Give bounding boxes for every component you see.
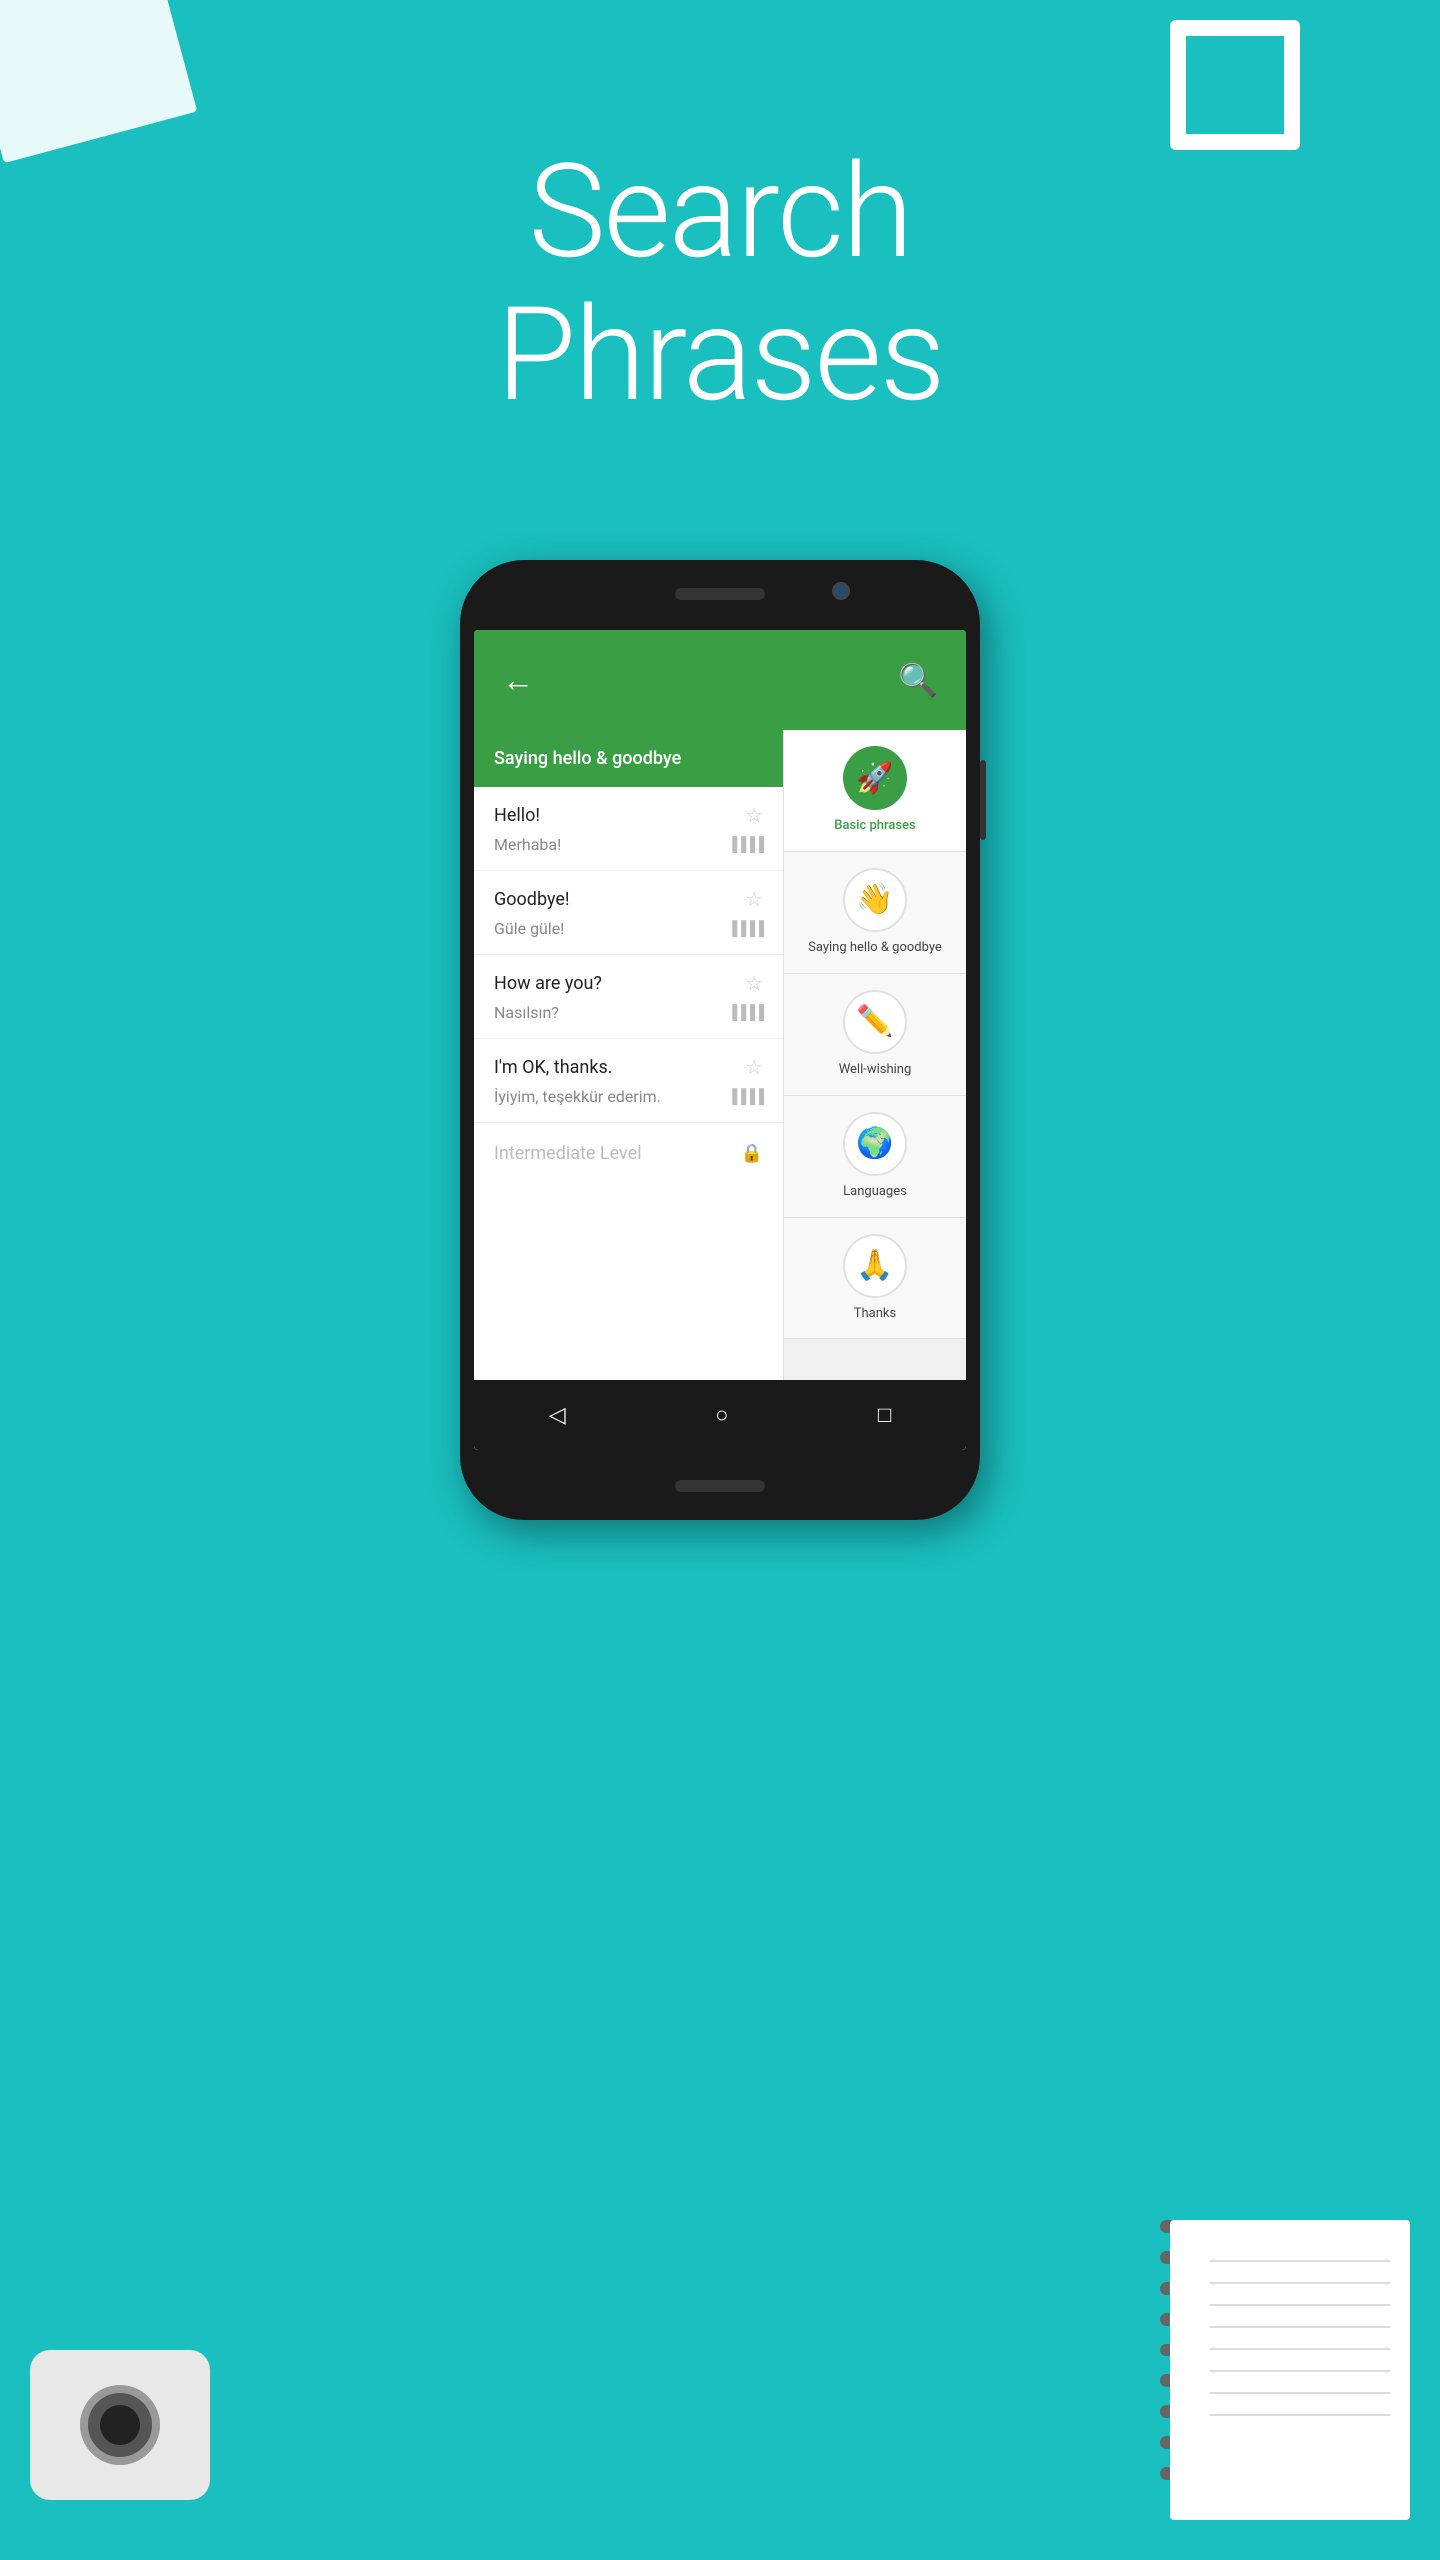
app-header: ← 🔍 bbox=[474, 630, 966, 730]
phone-side-button bbox=[980, 760, 986, 840]
nav-recent-button[interactable]: □ bbox=[878, 1402, 891, 1428]
page-heading: Search Phrases bbox=[0, 140, 1440, 426]
translation-text-howareyou: Nasılsın? bbox=[494, 1003, 559, 1022]
phrase-group-howareyou: How are you? ☆ Nasılsın? ▐▐▐▐ bbox=[474, 955, 783, 1039]
nav-back-button[interactable]: ◁ bbox=[549, 1403, 566, 1428]
phrase-translation-howareyou: Nasılsın? ▐▐▐▐ bbox=[474, 999, 783, 1038]
decorative-notebook-br bbox=[1130, 2200, 1410, 2520]
locked-item-intermediate: Intermediate Level 🔒 bbox=[474, 1123, 783, 1184]
translation-text-hello: Merhaba! bbox=[494, 835, 561, 854]
phrase-text-imok: I'm OK, thanks. bbox=[494, 1057, 613, 1078]
phrase-translation-goodbye: Güle güle! ▐▐▐▐ bbox=[474, 915, 783, 954]
star-hello[interactable]: ☆ bbox=[745, 803, 763, 827]
star-imok[interactable]: ☆ bbox=[745, 1055, 763, 1079]
lock-icon: 🔒 bbox=[741, 1143, 763, 1164]
cat-label-languages: Languages bbox=[843, 1184, 907, 1201]
phrase-english-imok: I'm OK, thanks. ☆ bbox=[474, 1039, 783, 1083]
phone-mockup: ← 🔍 Saying hello & goodbye Hello! ☆ bbox=[460, 560, 980, 1520]
phrase-translation-imok: İyiyim, teşekkür ederim. ▐▐▐▐ bbox=[474, 1083, 783, 1122]
cat-label-thanks: Thanks bbox=[854, 1306, 896, 1323]
decorative-frame-tr bbox=[1220, 0, 1380, 160]
cat-icon-hello: 👋 bbox=[843, 868, 907, 932]
phone-shell: ← 🔍 Saying hello & goodbye Hello! ☆ bbox=[460, 560, 980, 1520]
star-howareyou[interactable]: ☆ bbox=[745, 971, 763, 995]
decorative-camera-bl bbox=[30, 2280, 230, 2500]
nav-bar: ◁ ○ □ bbox=[474, 1380, 966, 1450]
phrase-text-goodbye: Goodbye! bbox=[494, 889, 570, 910]
phrase-english-goodbye: Goodbye! ☆ bbox=[474, 871, 783, 915]
category-hello-goodbye[interactable]: 👋 Saying hello & goodbye bbox=[784, 852, 966, 974]
cat-icon-thanks: 🙏 bbox=[843, 1234, 907, 1298]
star-goodbye[interactable]: ☆ bbox=[745, 887, 763, 911]
search-button[interactable]: 🔍 bbox=[898, 661, 938, 699]
heading-line2: Phrases bbox=[0, 283, 1440, 426]
translation-text-goodbye: Güle güle! bbox=[494, 919, 564, 938]
content-area: Saying hello & goodbye Hello! ☆ Merhaba!… bbox=[474, 730, 966, 1450]
phrase-group-goodbye: Goodbye! ☆ Güle güle! ▐▐▐▐ bbox=[474, 871, 783, 955]
phrase-english-howareyou: How are you? ☆ bbox=[474, 955, 783, 999]
category-basic-phrases[interactable]: 🚀 Basic phrases bbox=[784, 730, 966, 852]
cat-label-wellwishing: Well-wishing bbox=[839, 1062, 912, 1079]
phrase-english-hello: Hello! ☆ bbox=[474, 787, 783, 831]
bars-goodbye[interactable]: ▐▐▐▐ bbox=[727, 920, 763, 937]
bars-hello[interactable]: ▐▐▐▐ bbox=[727, 836, 763, 853]
phone-screen: ← 🔍 Saying hello & goodbye Hello! ☆ bbox=[474, 630, 966, 1450]
phrase-translation-hello: Merhaba! ▐▐▐▐ bbox=[474, 831, 783, 870]
categories-panel: 🚀 Basic phrases 👋 Saying hello & goodbye… bbox=[784, 730, 966, 1450]
translation-text-imok: İyiyim, teşekkür ederim. bbox=[494, 1087, 661, 1106]
category-well-wishing[interactable]: ✏️ Well-wishing bbox=[784, 974, 966, 1096]
phrase-group-hello: Hello! ☆ Merhaba! ▐▐▐▐ bbox=[474, 787, 783, 871]
phrase-text-howareyou: How are you? bbox=[494, 973, 602, 994]
cat-label-hello: Saying hello & goodbye bbox=[808, 940, 942, 957]
phrase-group-imok: I'm OK, thanks. ☆ İyiyim, teşekkür ederi… bbox=[474, 1039, 783, 1123]
bars-howareyou[interactable]: ▐▐▐▐ bbox=[727, 1004, 763, 1021]
phrase-text-hello: Hello! bbox=[494, 805, 540, 826]
heading-line1: Search bbox=[0, 140, 1440, 283]
cat-icon-basic: 🚀 bbox=[843, 746, 907, 810]
phone-speaker-top bbox=[675, 588, 765, 600]
locked-label: Intermediate Level bbox=[494, 1143, 642, 1164]
back-button[interactable]: ← bbox=[502, 661, 534, 699]
phone-speaker-bottom bbox=[675, 1480, 765, 1492]
category-thanks[interactable]: 🙏 Thanks bbox=[784, 1218, 966, 1340]
nav-home-button[interactable]: ○ bbox=[715, 1402, 728, 1428]
list-category-header: Saying hello & goodbye bbox=[474, 730, 783, 787]
bars-imok[interactable]: ▐▐▐▐ bbox=[727, 1088, 763, 1105]
phone-camera bbox=[832, 582, 850, 600]
cat-icon-wellwishing: ✏️ bbox=[843, 990, 907, 1054]
cat-icon-languages: 🌍 bbox=[843, 1112, 907, 1176]
cat-label-basic: Basic phrases bbox=[834, 818, 915, 835]
category-languages[interactable]: 🌍 Languages bbox=[784, 1096, 966, 1218]
phrases-list: Saying hello & goodbye Hello! ☆ Merhaba!… bbox=[474, 730, 784, 1450]
